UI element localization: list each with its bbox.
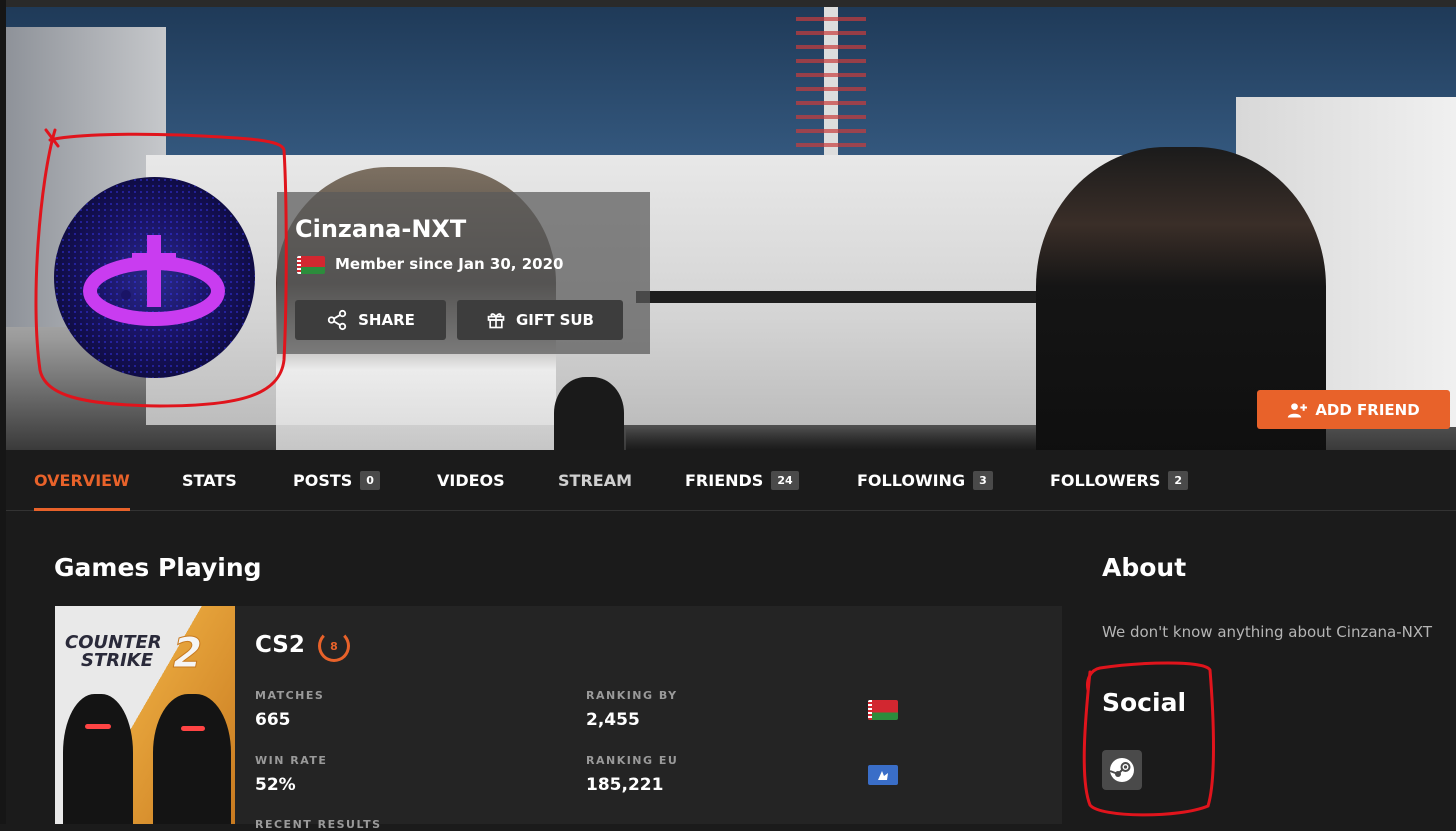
cover-soldier-eyes	[85, 724, 111, 729]
flag-europe-icon	[868, 765, 898, 785]
tab-friends[interactable]: FRIENDS 24	[685, 450, 799, 510]
cover-title-line2: STRIKE	[81, 650, 154, 671]
cover-number: 2	[172, 628, 203, 678]
level-badge: 8	[318, 630, 350, 662]
ranking-by-label: RANKING BY	[586, 689, 678, 702]
cover-soldier-right	[153, 694, 231, 824]
banner-crowd	[626, 427, 1046, 450]
tab-followers[interactable]: FOLLOWERS 2	[1050, 450, 1189, 510]
gift-sub-button[interactable]: GIFT SUB	[457, 300, 623, 340]
avatar	[54, 177, 255, 378]
tab-overview[interactable]: OVERVIEW	[34, 450, 130, 511]
tab-label: FOLLOWING	[857, 470, 966, 490]
member-since: Member since Jan 30, 2020	[335, 255, 564, 273]
flag-belarus-icon	[868, 700, 898, 720]
window-top-strip	[0, 0, 1456, 7]
ranking-eu-label: RANKING EU	[586, 754, 679, 767]
add-user-icon	[1288, 402, 1308, 417]
tab-count: 24	[771, 470, 799, 490]
share-label: SHARE	[358, 311, 415, 329]
tab-stream[interactable]: STREAM	[558, 450, 632, 510]
tab-posts[interactable]: POSTS 0	[293, 450, 380, 510]
tab-label: FOLLOWERS	[1050, 470, 1161, 490]
game-name: CS2	[255, 632, 305, 658]
tab-label: OVERVIEW	[34, 470, 130, 490]
about-text: We don't know anything about Cinzana-NXT	[1102, 623, 1433, 641]
gift-icon	[487, 313, 505, 329]
ranking-eu-value: 185,221	[586, 775, 664, 795]
share-button[interactable]: SHARE	[295, 300, 446, 340]
ranking-by-value: 2,455	[586, 710, 640, 730]
flag-belarus-icon	[297, 256, 325, 274]
steam-icon	[1109, 758, 1134, 782]
tab-count: 3	[973, 470, 993, 490]
tab-label: FRIENDS	[685, 470, 764, 490]
win-rate-label: WIN RATE	[255, 754, 328, 767]
banner-bar	[636, 291, 1056, 303]
cover-soldier-left	[63, 694, 133, 824]
recent-results-label: RECENT RESULTS	[255, 818, 382, 831]
banner-tower	[796, 7, 866, 157]
share-icon	[327, 309, 347, 331]
tab-count: 0	[360, 470, 380, 490]
tab-label: STATS	[182, 470, 237, 490]
games-playing-heading: Games Playing	[54, 553, 262, 582]
tab-following[interactable]: FOLLOWING 3	[857, 450, 993, 510]
add-friend-button[interactable]: ADD FRIEND	[1257, 390, 1450, 429]
tab-label: VIDEOS	[437, 470, 505, 490]
social-heading: Social	[1102, 688, 1187, 717]
tab-stats[interactable]: STATS	[182, 450, 237, 510]
gift-sub-label: GIFT SUB	[515, 311, 594, 329]
matches-label: MATCHES	[255, 689, 325, 702]
tab-count: 2	[1168, 470, 1189, 490]
matches-value: 665	[255, 710, 291, 730]
cover-title: COUNTER STRIKE	[65, 634, 162, 670]
win-rate-value: 52%	[255, 775, 296, 795]
game-card[interactable]: COUNTER STRIKE 2	[55, 606, 1062, 824]
cover-soldier-eyes	[181, 726, 205, 731]
tab-label: POSTS	[293, 470, 353, 490]
tab-videos[interactable]: VIDEOS	[437, 450, 505, 510]
tab-label: STREAM	[558, 470, 632, 490]
banner-person-small	[554, 377, 624, 450]
add-friend-label: ADD FRIEND	[1315, 400, 1420, 419]
about-heading: About	[1102, 553, 1187, 582]
steam-link-button[interactable]	[1102, 750, 1142, 790]
game-cover: COUNTER STRIKE 2	[55, 606, 235, 824]
username: Cinzana-NXT	[295, 215, 467, 243]
profile-tabs: OVERVIEW STATS POSTS 0 VIDEOS STREAM FRI…	[6, 450, 1456, 511]
